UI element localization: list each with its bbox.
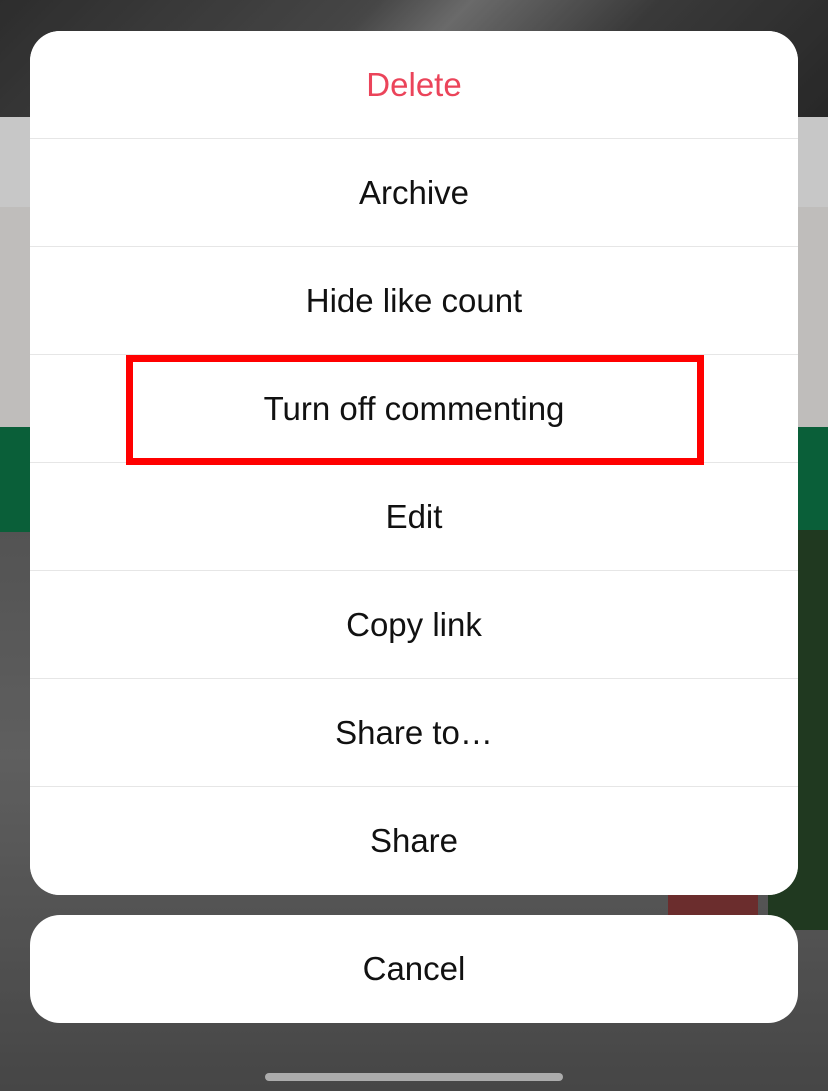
cancel-label: Cancel [363, 950, 466, 988]
menu-item-hide-like-count[interactable]: Hide like count [30, 247, 798, 355]
menu-item-label: Copy link [346, 606, 482, 644]
cancel-button[interactable]: Cancel [30, 915, 798, 1023]
menu-item-turn-off-commenting[interactable]: Turn off commenting [30, 355, 798, 463]
menu-item-label: Edit [386, 498, 443, 536]
menu-item-copy-link[interactable]: Copy link [30, 571, 798, 679]
menu-item-label: Share [370, 822, 458, 860]
menu-item-archive[interactable]: Archive [30, 139, 798, 247]
action-sheet: Delete Archive Hide like count Turn off … [30, 31, 798, 895]
menu-item-label: Hide like count [306, 282, 522, 320]
menu-item-edit[interactable]: Edit [30, 463, 798, 571]
home-indicator[interactable] [265, 1073, 563, 1081]
menu-item-label: Delete [366, 66, 461, 104]
menu-item-label: Share to… [335, 714, 493, 752]
menu-item-delete[interactable]: Delete [30, 31, 798, 139]
menu-item-label: Turn off commenting [264, 390, 565, 428]
menu-item-share-to[interactable]: Share to… [30, 679, 798, 787]
menu-item-share[interactable]: Share [30, 787, 798, 895]
menu-item-label: Archive [359, 174, 469, 212]
